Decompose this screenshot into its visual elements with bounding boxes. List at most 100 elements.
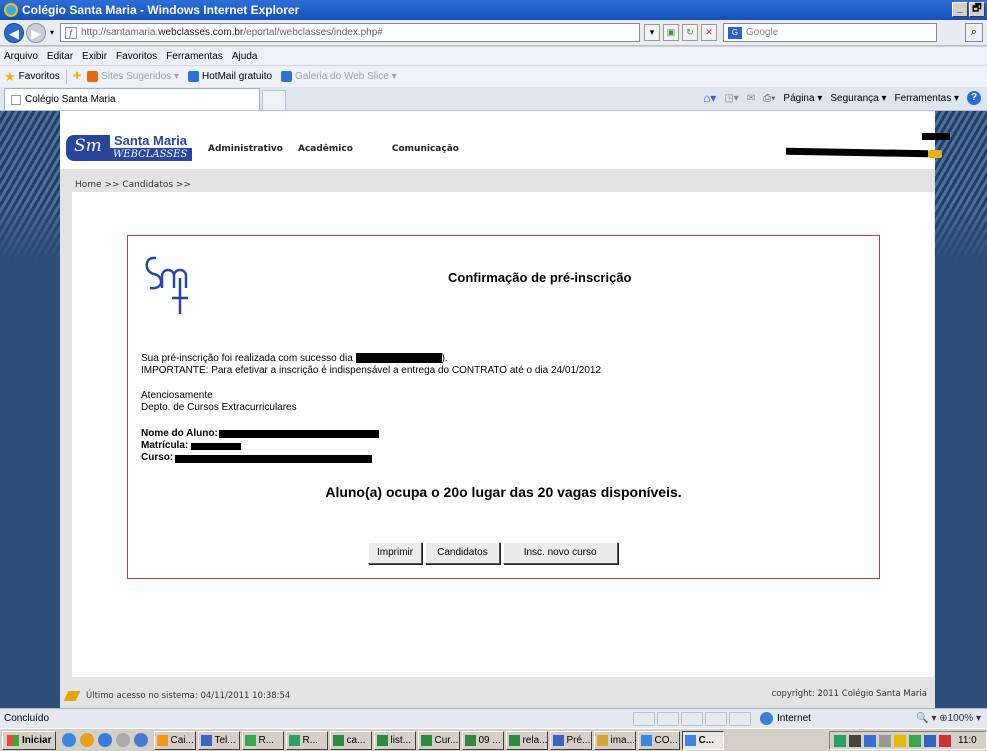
minimize-button[interactable]: _ [952, 2, 968, 17]
quick-launch [62, 733, 149, 747]
menu-editar[interactable]: Editar [47, 51, 73, 62]
taskbar-item-active[interactable]: C... [682, 730, 725, 750]
url-suffix: /eportal/webclasses/index.php# [243, 27, 383, 38]
menu-bar: Arquivo Editar Exibir Favoritos Ferramen… [0, 47, 987, 65]
page-menu[interactable]: Página ▾ [783, 93, 822, 104]
restore-button[interactable]: 🗗 [969, 2, 985, 17]
mail-icon[interactable]: ✉ [747, 93, 755, 104]
home-icon[interactable]: ⌂▾ [703, 91, 716, 105]
taskbar: Iniciar Cai... Tel... R... R... ca... li… [0, 728, 987, 751]
url-dropdown-icon[interactable]: ▾ [644, 24, 661, 41]
menu-exibir[interactable]: Exibir [82, 51, 107, 62]
excel-icon [465, 734, 477, 746]
status-pane [729, 712, 751, 726]
add-favorite-icon[interactable]: ✚ [73, 71, 81, 82]
course-row: Curso: [141, 452, 173, 464]
menu-favoritos[interactable]: Favoritos [116, 51, 157, 62]
back-button[interactable]: ◀ [4, 22, 24, 43]
taskbar-item[interactable]: Tel... [198, 730, 241, 750]
start-button[interactable]: Iniciar [2, 730, 57, 750]
taskbar-item[interactable]: R... [286, 730, 329, 750]
app-quicklaunch-icon[interactable] [116, 733, 131, 747]
start-label: Iniciar [22, 734, 52, 746]
ie-quicklaunch-icon[interactable] [62, 733, 77, 747]
status-pane [633, 712, 655, 726]
search-placeholder: Google [746, 27, 779, 38]
tray-icon[interactable] [864, 734, 876, 747]
app-quicklaunch-icon[interactable] [98, 733, 113, 747]
print-icon[interactable]: ⎙▾ [763, 93, 775, 104]
favorites-button[interactable]: Favoritos [19, 71, 60, 82]
taskbar-item[interactable]: ca... [330, 730, 373, 750]
site-logo[interactable]: Sm Santa Maria WEBCLASSES [64, 133, 196, 161]
taskbar-item[interactable]: 09 ... [462, 730, 505, 750]
security-menu[interactable]: Segurança ▾ [830, 93, 886, 104]
compatibility-view-icon[interactable]: ▣ [663, 24, 680, 41]
student-name-row: Nome do Aluno: [141, 428, 218, 440]
tray-icon[interactable] [939, 734, 951, 747]
help-icon[interactable]: ? [967, 91, 981, 105]
search-icon[interactable]: ⌕ [965, 23, 983, 42]
taskbar-item[interactable]: rela... [506, 730, 549, 750]
menu-ferramentas[interactable]: Ferramentas [166, 51, 223, 62]
tray-icon[interactable] [924, 734, 936, 747]
department-text: Depto. de Cursos Extracurriculares [141, 402, 297, 413]
closing-text: Atenciosamente [141, 390, 213, 401]
tools-menu[interactable]: Ferramentas ▾ [895, 93, 959, 104]
taskbar-item[interactable]: CO... [638, 730, 681, 750]
menu-ajuda[interactable]: Ajuda [232, 51, 258, 62]
taskbar-item[interactable]: ima... [594, 730, 637, 750]
success-message: Sua pré-inscrição foi realizada com suce… [141, 353, 448, 365]
menu-arquivo[interactable]: Arquivo [4, 51, 38, 62]
taskbar-item[interactable]: Pré... [550, 730, 593, 750]
excel-icon [421, 734, 433, 746]
favorite-web-slice[interactable]: Galeria do Web Slice ▾ [281, 71, 397, 82]
logout-key-icon[interactable] [928, 150, 942, 158]
tab-colegio-santa-maria[interactable]: Colégio Santa Maria [4, 88, 260, 110]
zoom-control[interactable]: 🔍 ▾ ⊕100% ▾ [916, 713, 981, 724]
volume-icon[interactable] [849, 734, 861, 747]
app-quicklaunch-icon[interactable] [80, 733, 95, 747]
clock[interactable]: 11:0 [958, 735, 977, 746]
security-zone[interactable]: Internet [760, 712, 811, 725]
app-quicklaunch-icon[interactable] [134, 733, 149, 747]
favorite-sites-sugeridos[interactable]: Sites Sugeridos ▾ [87, 71, 179, 82]
nav-administrativo[interactable]: Administrativo [208, 144, 283, 154]
taskbar-label: 09 ... [478, 734, 501, 746]
windows-flag-icon [7, 734, 19, 746]
site-favicon-icon [11, 94, 21, 105]
stop-icon[interactable]: ✕ [701, 24, 718, 41]
tray-icon[interactable] [909, 734, 921, 747]
nav-academico[interactable]: Acadêmico [298, 144, 353, 154]
taskbar-item[interactable]: list... [374, 730, 417, 750]
history-dropdown-icon[interactable]: ▾ [50, 28, 54, 37]
refresh-icon[interactable]: ↻ [682, 24, 699, 41]
redacted-course [175, 455, 372, 463]
word-icon [201, 734, 213, 746]
new-course-button[interactable]: Insc. novo curso [502, 542, 618, 564]
window-title: Colégio Santa Maria - Windows Internet E… [22, 3, 300, 17]
url-input[interactable]: ƒ http://santamaria. webclasses.com.br/ep… [60, 23, 641, 42]
ie-page-icon [188, 71, 200, 82]
print-button[interactable]: Imprimir [368, 542, 423, 564]
candidates-button[interactable]: Candidatos [425, 542, 500, 564]
taskbar-item[interactable]: Cai... [154, 730, 197, 750]
search-input[interactable]: G Google [723, 23, 938, 42]
student-name-label: Nome do Aluno: [141, 428, 218, 439]
tray-icon[interactable] [834, 734, 846, 747]
system-tray: 11:0 [829, 731, 987, 750]
forward-button[interactable]: ▶ [26, 22, 46, 43]
favorite-hotmail[interactable]: HotMail gratuito [188, 71, 272, 82]
site-footer: Último acesso no sistema: 04/11/2011 10:… [60, 687, 935, 705]
ie-page-icon [281, 71, 293, 82]
word-icon [553, 734, 565, 746]
tray-icon[interactable] [879, 734, 891, 747]
new-tab-button[interactable] [262, 90, 286, 110]
tray-icon[interactable] [894, 734, 906, 747]
taskbar-item[interactable]: Cur... [418, 730, 461, 750]
nav-comunicacao[interactable]: Comunicação [392, 144, 459, 154]
taskbar-item[interactable]: R... [242, 730, 285, 750]
feeds-icon[interactable]: ◳▾ [724, 93, 738, 104]
taskbar-label: Pré... [566, 734, 591, 746]
confirmation-box: Confirmação de pré-inscrição Sua pré-ins… [127, 235, 880, 579]
